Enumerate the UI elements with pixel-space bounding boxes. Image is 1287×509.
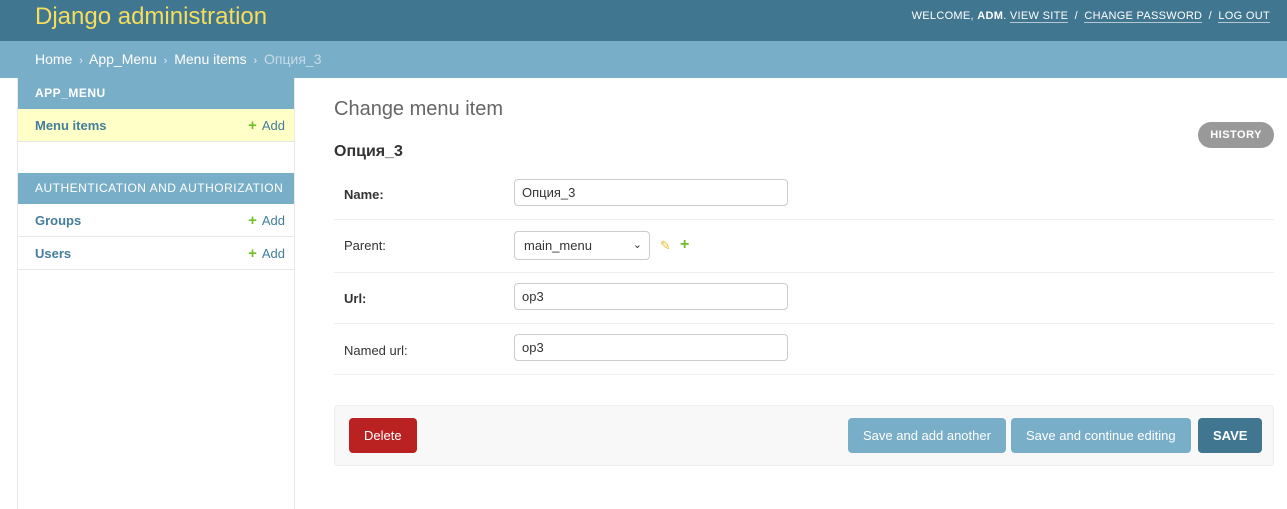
plus-icon[interactable]: + [680, 236, 689, 254]
breadcrumb-separator: › [79, 55, 83, 67]
parent-select[interactable]: main_menu ⌄ [514, 231, 650, 260]
breadcrumb-separator: › [253, 55, 258, 67]
name-label: Name: [344, 187, 384, 202]
chevron-down-icon: ⌄ [632, 239, 642, 251]
form-row-url: Url: op3 [334, 273, 1274, 324]
form-row-name: Name: Опция_3 [334, 169, 1274, 220]
separator: / [1208, 10, 1213, 22]
add-label: Add [261, 246, 285, 261]
delete-button[interactable]: Delete [349, 418, 417, 453]
name-input[interactable]: Опция_3 [514, 179, 788, 206]
add-label: Add [261, 118, 285, 133]
save-and-continue-button[interactable]: Save and continue editing [1011, 418, 1191, 453]
log-out-link[interactable]: LOG OUT [1218, 10, 1270, 23]
sidebar-link-groups[interactable]: Groups [35, 213, 81, 228]
change-password-link[interactable]: CHANGE PASSWORD [1084, 10, 1203, 23]
save-and-add-another-button[interactable]: Save and add another [848, 418, 1006, 453]
sidebar-link-users[interactable]: Users [35, 246, 71, 261]
parent-label: Parent: [344, 238, 386, 253]
breadcrumb-current: Опция_3 [264, 51, 322, 67]
breadcrumb-separator: › [163, 55, 168, 67]
named-url-label: Named url: [344, 343, 408, 358]
save-button[interactable]: SAVE [1198, 418, 1263, 453]
object-title: Опция_3 [334, 143, 403, 160]
add-group-link[interactable]: + Add [248, 204, 285, 237]
module-caption-auth[interactable]: AUTHENTICATION AND AUTHORIZATION [18, 173, 294, 204]
parent-select-value: main_menu [524, 238, 592, 253]
module-caption-app-menu[interactable]: APP_MENU [18, 78, 294, 109]
page-title: Change menu item [334, 98, 503, 120]
history-button[interactable]: HISTORY [1198, 122, 1274, 148]
pencil-icon[interactable]: ✎ [660, 238, 671, 254]
user-tools: WELCOME, ADM. VIEW SITE / CHANGE PASSWOR… [911, 10, 1270, 23]
url-label: Url: [344, 291, 367, 306]
sidebar-item-groups: Groups + Add [18, 204, 294, 237]
sidebar-link-menu-items[interactable]: Menu items [35, 118, 107, 133]
add-user-link[interactable]: + Add [248, 237, 285, 270]
add-label: Add [261, 213, 285, 228]
breadcrumb-menu-items[interactable]: Menu items [174, 51, 246, 67]
welcome-text: WELCOME, [911, 10, 974, 22]
username: ADM [977, 10, 1004, 22]
plus-icon: + [248, 117, 257, 134]
separator: / [1074, 10, 1078, 22]
site-branding[interactable]: Django administration [35, 3, 267, 31]
form-row-named-url: Named url: op3 [334, 324, 1274, 375]
add-menu-item-link[interactable]: + Add [248, 109, 285, 142]
breadcrumb-app-menu[interactable]: App_Menu [89, 51, 157, 67]
url-input[interactable]: op3 [514, 283, 788, 310]
plus-icon: + [248, 212, 257, 229]
named-url-input[interactable]: op3 [514, 334, 788, 361]
nav-sidebar: APP_MENU Menu items + Add AUTHENTICATION … [17, 78, 295, 509]
header: Django administration WELCOME, ADM. VIEW… [0, 0, 1287, 41]
submit-row: Delete Save and add another Save and con… [334, 405, 1274, 466]
plus-icon: + [248, 245, 257, 262]
sidebar-item-menu-items: Menu items + Add [18, 109, 294, 142]
breadcrumb: Home › App_Menu › Menu items › Опция_3 [0, 41, 1287, 78]
breadcrumb-home[interactable]: Home [35, 51, 72, 67]
view-site-link[interactable]: VIEW SITE [1009, 10, 1069, 23]
form-row-parent: Parent: main_menu ⌄ ✎ + [334, 220, 1274, 273]
sidebar-item-users: Users + Add [18, 237, 294, 270]
